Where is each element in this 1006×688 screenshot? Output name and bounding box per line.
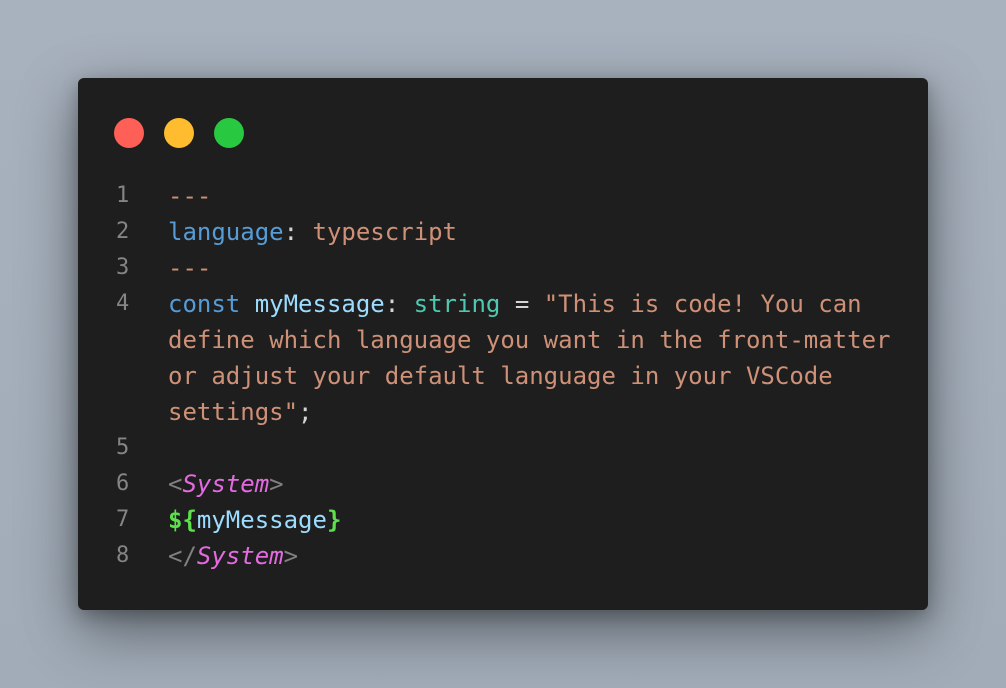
tag-close-bracket: > xyxy=(269,470,284,498)
code-line-8: 8 </System> xyxy=(78,538,928,574)
tag-open-bracket: </ xyxy=(168,542,197,570)
code-line-4: 4 const myMessage: string = "This is cod… xyxy=(78,286,928,430)
colon: : xyxy=(283,218,299,246)
interpolated-variable: myMessage xyxy=(196,506,327,534)
code-line-3: 3 --- xyxy=(78,250,928,286)
line-number: 6 xyxy=(116,471,130,496)
line-number: 7 xyxy=(116,507,130,532)
component-tag: System xyxy=(196,542,284,570)
line-number: 8 xyxy=(116,543,130,568)
close-icon[interactable] xyxy=(114,118,144,148)
maximize-icon[interactable] xyxy=(214,118,244,148)
front-matter-delimiter: --- xyxy=(168,254,212,282)
line-number: 1 xyxy=(116,183,130,208)
interpolation-open: ${ xyxy=(168,506,197,534)
variable-name: myMessage xyxy=(254,290,385,318)
code-block: 1 --- 2 language: typescript 3 --- 4 con… xyxy=(78,178,928,574)
code-line-6: 6 <System> xyxy=(78,466,928,502)
code-line-7: 7 ${myMessage} xyxy=(78,502,928,538)
line-number: 3 xyxy=(116,255,130,280)
colon: : xyxy=(384,290,400,318)
line-number: 4 xyxy=(116,291,130,316)
type-annotation: string xyxy=(413,290,501,318)
code-line-1: 1 --- xyxy=(78,178,928,214)
component-tag: System xyxy=(182,470,270,498)
const-keyword: const xyxy=(168,290,241,318)
line-number: 5 xyxy=(116,435,130,460)
front-matter-key: language xyxy=(168,218,284,246)
code-window: 1 --- 2 language: typescript 3 --- 4 con… xyxy=(78,78,928,610)
assign-operator: = xyxy=(514,290,530,318)
code-line-2: 2 language: typescript xyxy=(78,214,928,250)
code-line-5: 5 xyxy=(78,430,928,466)
minimize-icon[interactable] xyxy=(164,118,194,148)
tag-close-bracket: > xyxy=(283,542,299,570)
interpolation-close: } xyxy=(326,506,342,534)
line-number: 2 xyxy=(116,219,130,244)
semicolon: ; xyxy=(298,398,313,426)
front-matter-value: typescript xyxy=(312,218,458,246)
front-matter-delimiter: --- xyxy=(168,182,212,210)
tag-open-bracket: < xyxy=(168,470,183,498)
